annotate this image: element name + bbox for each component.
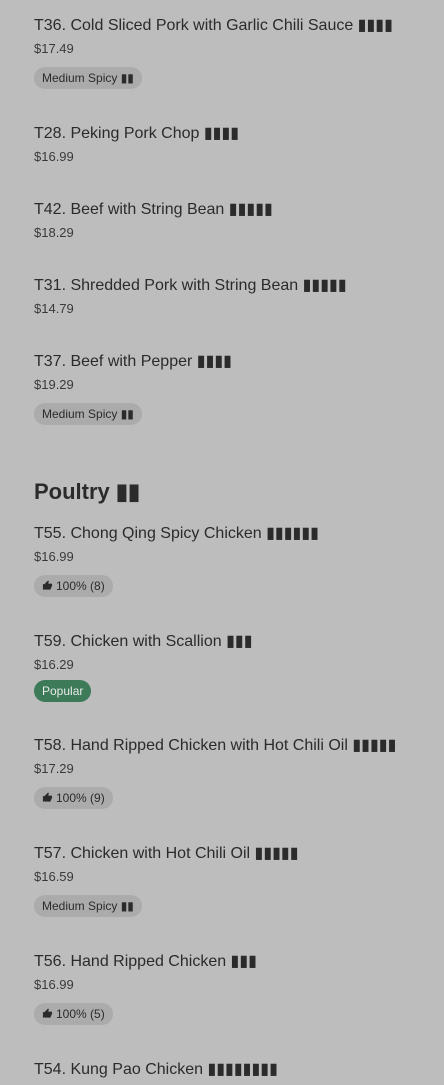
item-name: T42. Beef with String Bean ▮▮▮▮▮ [34, 201, 273, 218]
item-price: $16.59 [34, 869, 74, 884]
menu-item[interactable]: T58. Hand Ripped Chicken with Hot Chili … [34, 736, 434, 809]
spicy-badge: Medium Spicy ▮▮ [34, 403, 142, 425]
menu-item[interactable]: T54. Kung Pao Chicken ▮▮▮▮▮▮▮▮ [34, 1060, 434, 1080]
item-name: T58. Hand Ripped Chicken with Hot Chili … [34, 737, 397, 754]
item-name: T59. Chicken with Scallion ▮▮▮ [34, 633, 253, 650]
menu-item[interactable]: T57. Chicken with Hot Chili Oil ▮▮▮▮▮ $1… [34, 844, 434, 917]
item-price: $17.49 [34, 41, 74, 56]
item-price: $16.99 [34, 549, 74, 564]
menu-item[interactable]: T31. Shredded Pork with String Bean ▮▮▮▮… [34, 276, 434, 318]
menu-item[interactable]: T28. Peking Pork Chop ▮▮▮▮ $16.99 [34, 124, 434, 166]
item-name: T37. Beef with Pepper ▮▮▮▮ [34, 353, 232, 370]
thumbs-up-icon [42, 1008, 53, 1018]
section-title: Poultry ▮▮ [34, 479, 141, 504]
item-price: $16.99 [34, 149, 74, 164]
menu-item[interactable]: T59. Chicken with Scallion ▮▮▮ $16.29 Po… [34, 632, 434, 702]
item-price: $14.79 [34, 301, 74, 316]
item-price: $16.29 [34, 657, 74, 672]
menu-item[interactable]: T36. Cold Sliced Pork with Garlic Chili … [34, 16, 434, 89]
item-name: T28. Peking Pork Chop ▮▮▮▮ [34, 125, 240, 142]
thumbs-up-icon [42, 580, 53, 590]
rating-badge: 100% (8) [34, 575, 113, 597]
rating-text: 100% (5) [56, 1007, 105, 1021]
rating-badge: 100% (5) [34, 1003, 113, 1025]
item-price: $17.29 [34, 761, 74, 776]
item-price: $16.99 [34, 977, 74, 992]
spicy-badge: Medium Spicy ▮▮ [34, 67, 142, 89]
menu-item[interactable]: T55. Chong Qing Spicy Chicken ▮▮▮▮▮▮ $16… [34, 524, 434, 597]
menu-item[interactable]: T56. Hand Ripped Chicken ▮▮▮ $16.99 100%… [34, 952, 434, 1025]
rating-text: 100% (9) [56, 791, 105, 805]
menu-item[interactable]: T37. Beef with Pepper ▮▮▮▮ $19.29 Medium… [34, 352, 434, 425]
item-name: T36. Cold Sliced Pork with Garlic Chili … [34, 17, 393, 34]
spicy-badge: Medium Spicy ▮▮ [34, 895, 142, 917]
item-name: T31. Shredded Pork with String Bean ▮▮▮▮… [34, 277, 347, 294]
rating-text: 100% (8) [56, 579, 105, 593]
menu-item[interactable]: T42. Beef with String Bean ▮▮▮▮▮ $18.29 [34, 200, 434, 242]
item-price: $19.29 [34, 377, 74, 392]
item-name: T57. Chicken with Hot Chili Oil ▮▮▮▮▮ [34, 845, 299, 862]
item-name: T55. Chong Qing Spicy Chicken ▮▮▮▮▮▮ [34, 525, 319, 542]
item-name: T54. Kung Pao Chicken ▮▮▮▮▮▮▮▮ [34, 1061, 278, 1078]
item-name: T56. Hand Ripped Chicken ▮▮▮ [34, 953, 257, 970]
thumbs-up-icon [42, 792, 53, 802]
rating-badge: 100% (9) [34, 787, 113, 809]
item-price: $18.29 [34, 225, 74, 240]
popular-badge: Popular [34, 680, 92, 702]
